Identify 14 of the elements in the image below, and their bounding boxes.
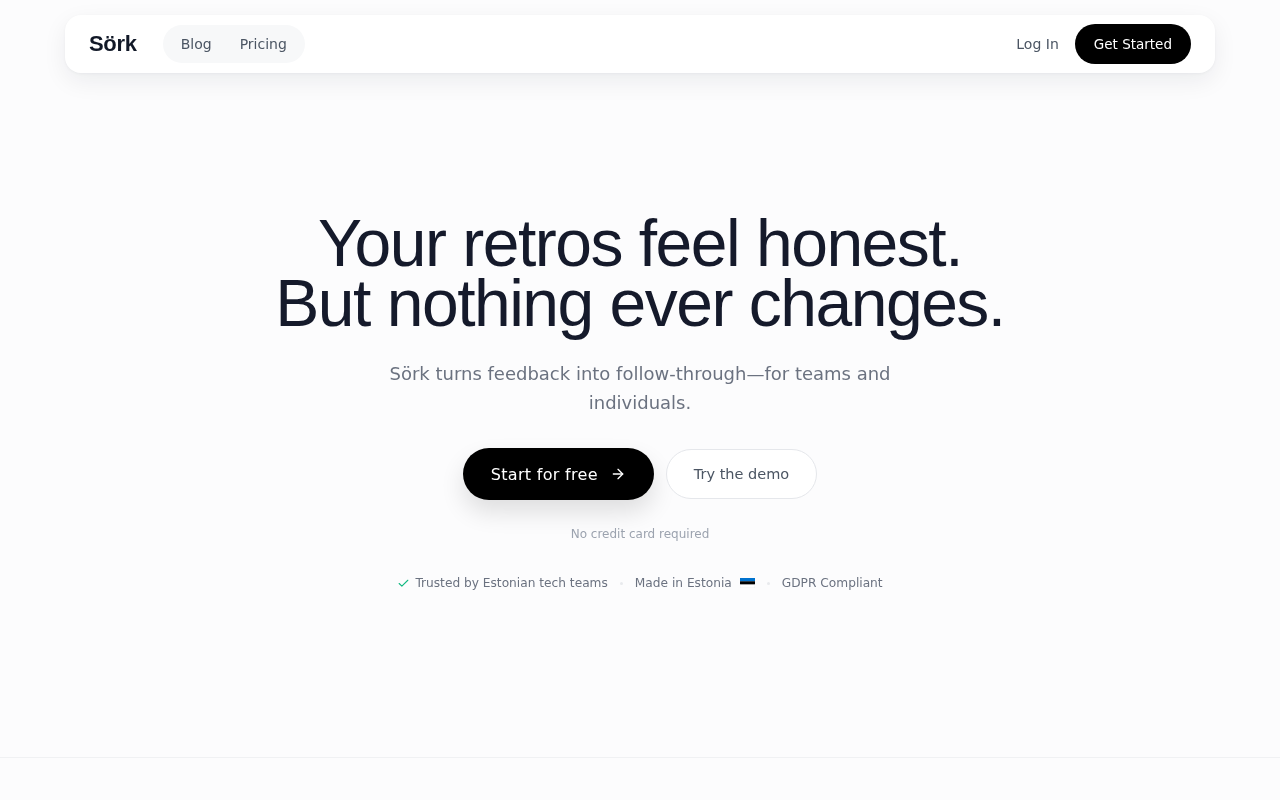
flag-icon (739, 578, 755, 588)
subtitle: Sörk turns feedback into follow-through—for teams and individuals. (388, 362, 892, 415)
note-text: No credit card required (570, 527, 710, 541)
trust-text: GDPR Compliant (781, 576, 883, 590)
nav-link[interactable]: Pricing (227, 30, 299, 58)
get-started-button[interactable]: Get Started (1074, 24, 1191, 64)
start-button[interactable]: Start for free (462, 448, 654, 500)
trust-text: Made in Estonia (634, 576, 732, 590)
demo-button[interactable]: Try the demo (665, 449, 818, 499)
headline: But nothing ever changes. (275, 267, 1005, 342)
nav-link[interactable]: Blog (168, 30, 224, 58)
logo[interactable]: Sörk (89, 31, 137, 57)
trust-text: Trusted by Estonian tech teams (415, 576, 608, 590)
login-link[interactable]: Log In (1016, 36, 1059, 52)
